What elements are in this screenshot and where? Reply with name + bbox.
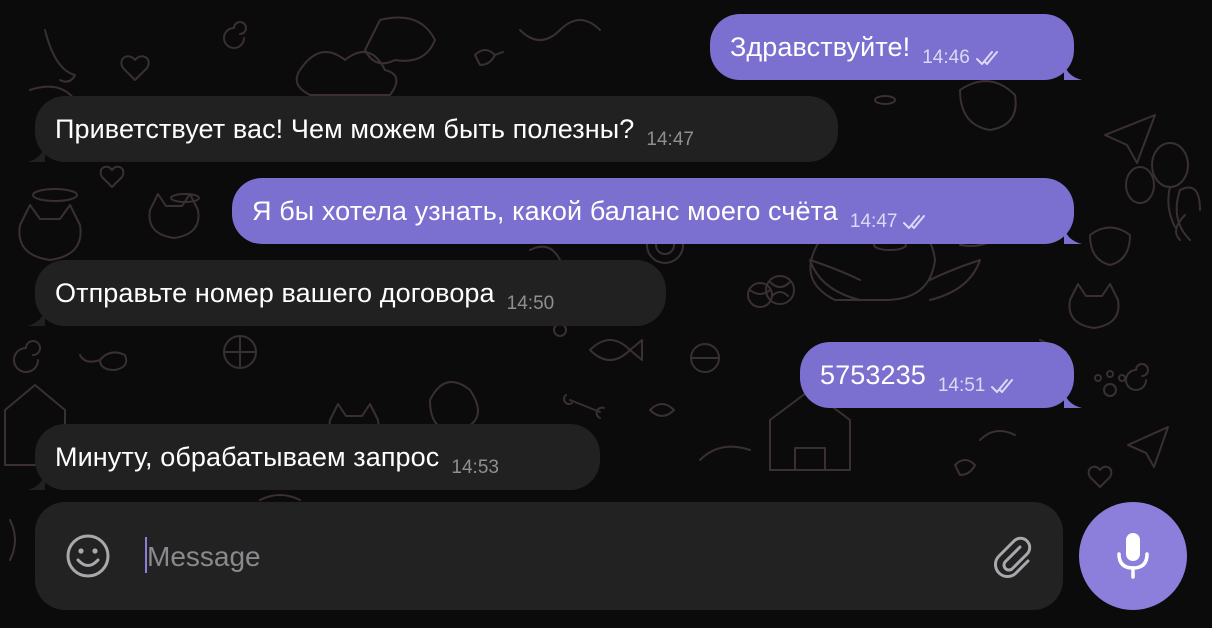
paperclip-icon[interactable] bbox=[990, 535, 1034, 579]
message-bubble-outgoing[interactable]: 5753235 14:51 bbox=[800, 342, 1082, 408]
message-text: Приветствует вас! Чем можем быть полезны… bbox=[55, 113, 635, 144]
message-time: 14:51 bbox=[937, 375, 986, 396]
message-bubble-incoming[interactable]: Минуту, обрабатываем запрос 14:53 bbox=[27, 424, 600, 490]
bubble-tail bbox=[1064, 390, 1082, 408]
bubble-tail bbox=[27, 144, 45, 162]
message-time: 14:47 bbox=[849, 211, 898, 232]
message-bubble-outgoing[interactable]: Здравствуйте! 14:46 bbox=[710, 14, 1082, 80]
microphone-icon bbox=[1117, 533, 1149, 579]
double-check-icon bbox=[975, 51, 998, 65]
voice-record-button[interactable] bbox=[1079, 502, 1187, 610]
message-text: Здравствуйте! bbox=[730, 31, 911, 62]
message-meta: 14:46 bbox=[922, 47, 1008, 69]
double-check-icon bbox=[903, 215, 926, 229]
bubble-tail bbox=[1064, 62, 1082, 80]
double-check-icon bbox=[991, 379, 1014, 393]
bubble-tail bbox=[1064, 226, 1082, 244]
message-meta: 14:53 bbox=[451, 457, 499, 479]
message-text: Я бы хотела узнать, какой баланс моего с… bbox=[252, 195, 838, 226]
message-bubble-incoming[interactable]: Отправьте номер вашего договора 14:50 bbox=[27, 260, 666, 326]
text-caret bbox=[145, 537, 147, 573]
message-time: 14:47 bbox=[646, 129, 694, 150]
message-text: Минуту, обрабатываем запрос bbox=[55, 441, 440, 472]
message-composer bbox=[35, 502, 1063, 610]
message-text: 5753235 bbox=[820, 359, 926, 390]
chat-area[interactable]: Здравствуйте! 14:46 Приветствует вас! Че… bbox=[0, 0, 1212, 628]
message-input[interactable] bbox=[145, 532, 969, 582]
message-text: Отправьте номер вашего договора bbox=[55, 277, 495, 308]
message-meta: 14:47 bbox=[850, 211, 936, 233]
bubble-tail bbox=[27, 308, 45, 326]
message-meta: 14:51 bbox=[938, 375, 1024, 397]
message-time: 14:50 bbox=[506, 293, 555, 314]
message-meta: 14:47 bbox=[646, 129, 694, 151]
message-bubble-incoming[interactable]: Приветствует вас! Чем можем быть полезны… bbox=[27, 96, 838, 162]
message-meta: 14:50 bbox=[507, 293, 555, 315]
smiley-icon[interactable] bbox=[65, 533, 111, 579]
bubble-tail bbox=[27, 472, 45, 490]
message-time: 14:53 bbox=[451, 457, 499, 478]
message-bubble-outgoing[interactable]: Я бы хотела узнать, какой баланс моего с… bbox=[232, 178, 1082, 244]
message-time: 14:46 bbox=[922, 47, 970, 68]
